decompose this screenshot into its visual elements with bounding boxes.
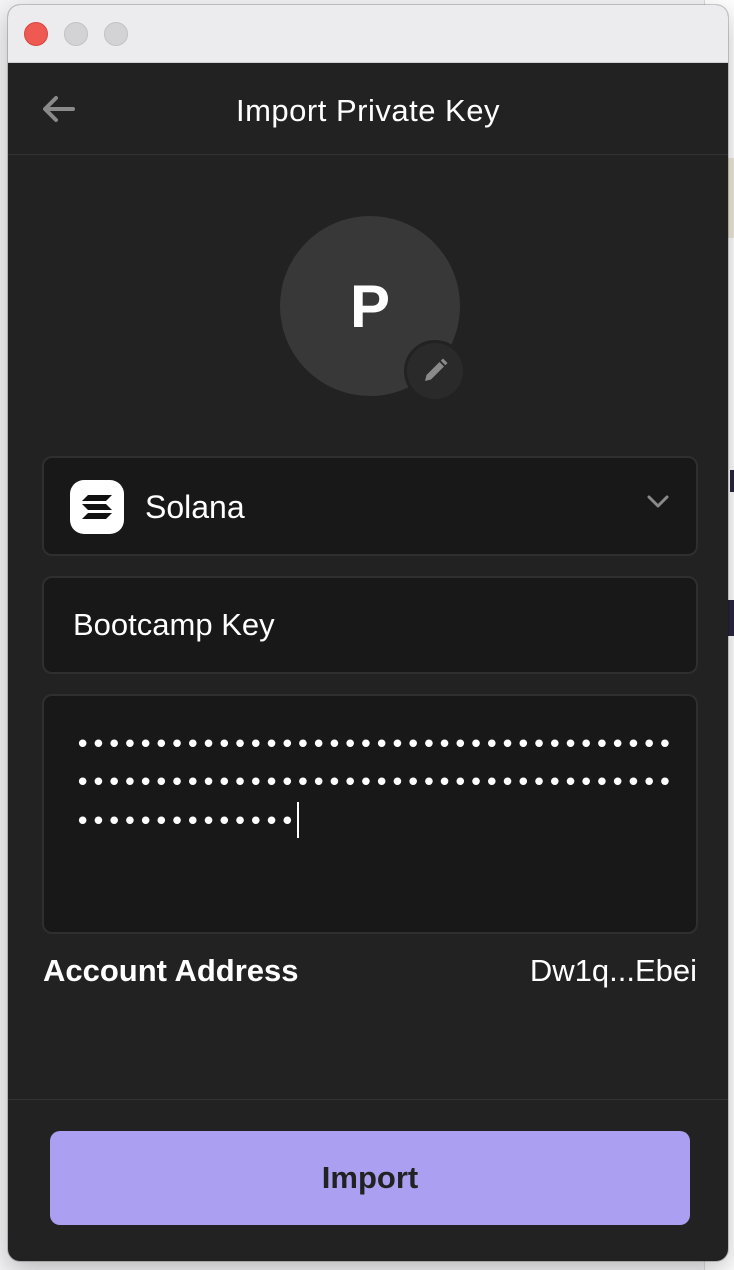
private-key-masked-text: ••••••••••••••••••••••••••••••••••••••••… bbox=[75, 730, 673, 837]
solana-logo-icon bbox=[70, 480, 124, 534]
close-window-button[interactable] bbox=[24, 22, 48, 46]
account-name-field[interactable] bbox=[42, 576, 698, 674]
text-cursor bbox=[297, 802, 300, 838]
account-name-input[interactable] bbox=[44, 578, 696, 672]
private-key-textarea[interactable]: ••••••••••••••••••••••••••••••••••••••••… bbox=[75, 726, 675, 841]
avatar-initial: P bbox=[349, 272, 391, 340]
title-bar bbox=[8, 5, 728, 63]
network-select[interactable]: Solana bbox=[42, 456, 698, 556]
chevron-down-icon bbox=[647, 495, 669, 508]
pencil-icon bbox=[425, 358, 448, 381]
account-address-label: Account Address bbox=[43, 953, 299, 988]
network-selected-label: Solana bbox=[145, 489, 245, 525]
page-title: Import Private Key bbox=[236, 93, 500, 128]
background-bar bbox=[730, 470, 734, 492]
account-address-value: Dw1q...Ebei bbox=[529, 953, 697, 988]
app-window: Import Private Key P Solana ••••••••••••… bbox=[8, 5, 728, 1261]
footer: Import bbox=[8, 1099, 728, 1261]
maximize-window-button[interactable] bbox=[104, 22, 128, 46]
edit-avatar-button[interactable] bbox=[404, 340, 466, 402]
page-header: Import Private Key bbox=[8, 63, 728, 155]
minimize-window-button[interactable] bbox=[64, 22, 88, 46]
private-key-field[interactable]: ••••••••••••••••••••••••••••••••••••••••… bbox=[42, 694, 698, 934]
import-button[interactable]: Import bbox=[50, 1131, 690, 1225]
